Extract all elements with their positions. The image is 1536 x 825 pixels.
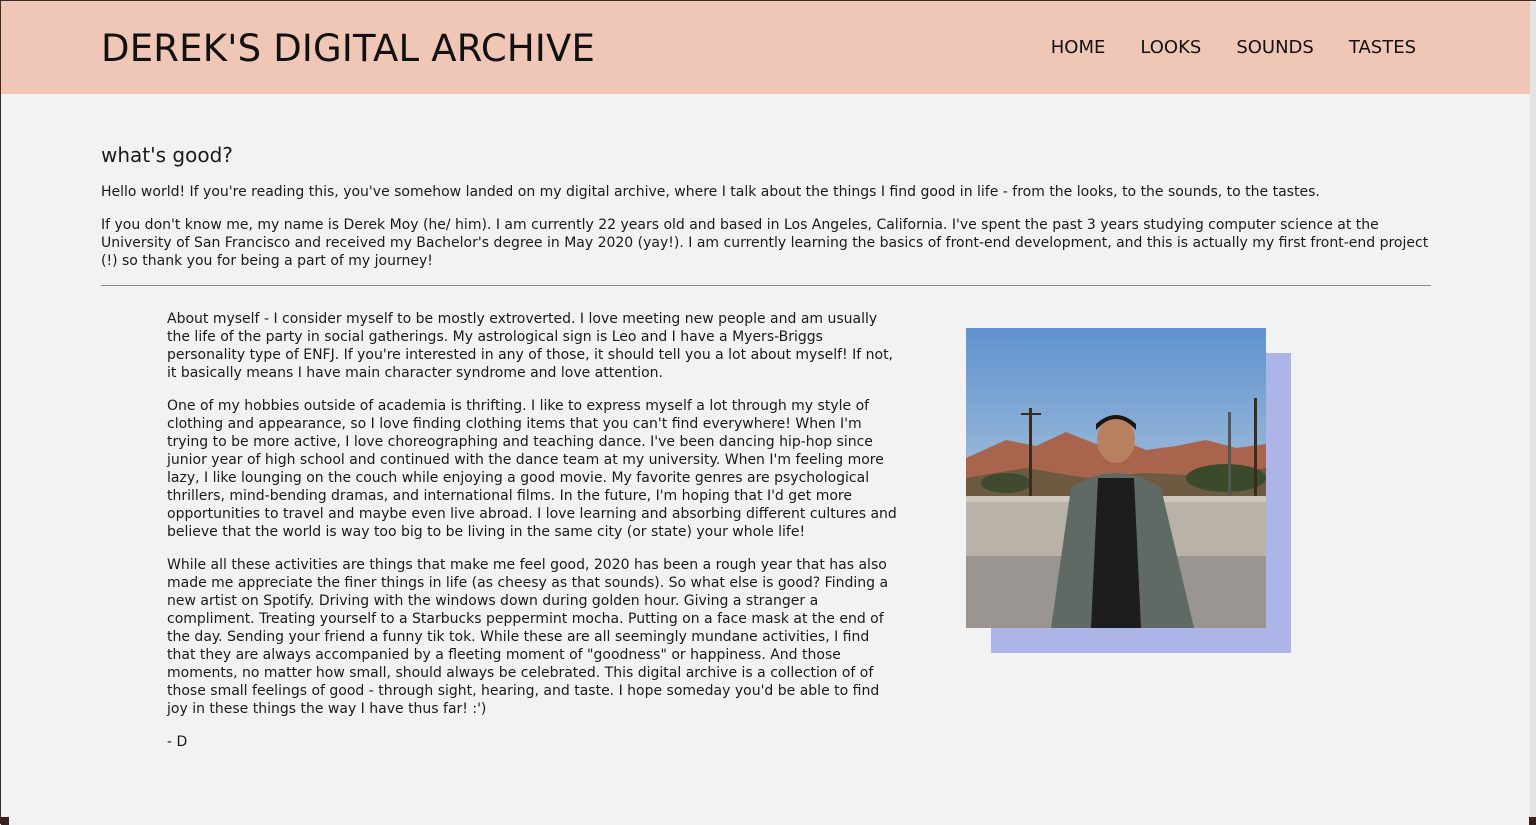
profile-photo [966, 328, 1266, 628]
main-nav: HOME LOOKS SOUNDS TASTES [1051, 37, 1416, 58]
site-title[interactable]: DEREK'S DIGITAL ARCHIVE [101, 27, 595, 70]
nav-home[interactable]: HOME [1051, 37, 1106, 58]
about-paragraph: One of my hobbies outside of academia is… [167, 398, 897, 540]
signature: - D [167, 734, 188, 750]
intro-heading: what's good? [101, 143, 233, 167]
nav-tastes[interactable]: TASTES [1349, 37, 1416, 58]
about-paragraph: While all these activities are things th… [167, 557, 889, 717]
window-edge [1530, 1, 1536, 825]
browser-viewport: DEREK'S DIGITAL ARCHIVE HOME LOOKS SOUND… [0, 0, 1536, 825]
nav-looks[interactable]: LOOKS [1140, 37, 1201, 58]
profile-photo-illustration [966, 328, 1266, 628]
nav-sounds[interactable]: SOUNDS [1236, 37, 1314, 58]
about-section: About myself - I consider myself to be m… [167, 310, 902, 766]
intro-paragraph: Hello world! If you're reading this, you… [101, 184, 1320, 200]
site-header: DEREK'S DIGITAL ARCHIVE HOME LOOKS SOUND… [1, 1, 1531, 94]
about-paragraph: About myself - I consider myself to be m… [167, 311, 894, 381]
intro-section: what's good? Hello world! If you're read… [101, 143, 1431, 285]
intro-paragraph: If you don't know me, my name is Derek M… [101, 217, 1429, 269]
section-divider [101, 285, 1431, 286]
